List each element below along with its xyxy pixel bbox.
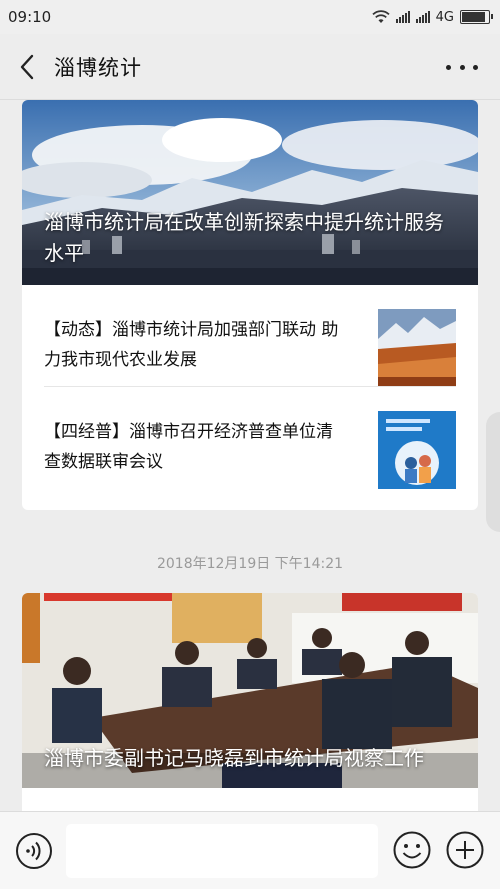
- nav-bar: 淄博统计: [0, 34, 500, 100]
- article-thumbnail: [378, 411, 456, 489]
- cover-headline: 淄博市统计局在改革创新探索中提升统计服务水平: [44, 210, 444, 265]
- article-title: 【动态】淄博市统计局加强部门联动 助力我市现代农业发展: [44, 320, 339, 370]
- status-indicators: 4G: [372, 9, 493, 25]
- side-scroll-handle[interactable]: [486, 412, 500, 532]
- status-time: 09:10: [8, 8, 52, 26]
- network-type: 4G: [435, 9, 454, 25]
- voice-icon: [16, 833, 52, 869]
- status-bar: 09:10 4G: [0, 0, 500, 34]
- emoji-button[interactable]: [392, 830, 432, 870]
- article-list-item[interactable]: 【四经普】淄博市召开经济普查单位清查数据联审会议: [22, 387, 478, 489]
- plus-button[interactable]: [445, 830, 485, 870]
- battery-fill: [462, 12, 486, 22]
- back-button[interactable]: [0, 34, 54, 100]
- article-list-item[interactable]: 【动态】淄博市统计局加强部门联动 助力我市现代农业发展: [22, 285, 478, 387]
- emoji-icon: [393, 831, 431, 869]
- message-timestamp: 2018年12月19日 下午14:21: [156, 556, 344, 572]
- signal-icon-2: [415, 11, 430, 23]
- voice-button[interactable]: [15, 832, 53, 870]
- plus-icon: [446, 831, 484, 869]
- article-thumbnail: [378, 309, 456, 387]
- message-input[interactable]: [66, 824, 378, 878]
- wifi-icon: [372, 10, 390, 23]
- page-title: 淄博统计: [54, 55, 142, 80]
- input-bar: [0, 811, 500, 889]
- battery-icon: [460, 10, 493, 24]
- signal-icon: [395, 11, 410, 23]
- more-dots-icon: [446, 64, 451, 70]
- cover-article[interactable]: 淄博市委副书记马晓磊到市统计局视察工作: [22, 593, 478, 788]
- cover-headline: 淄博市委副书记马晓磊到市统计局视察工作: [44, 746, 424, 770]
- cover-article[interactable]: 淄博市统计局在改革创新探索中提升统计服务水平: [22, 100, 478, 285]
- article-card: 淄博市委副书记马晓磊到市统计局视察工作: [22, 593, 478, 818]
- article-card: 淄博市统计局在改革创新探索中提升统计服务水平 【动态】淄博市统计局加强部门联动 …: [22, 100, 478, 510]
- chevron-left-icon: [20, 54, 34, 79]
- article-title: 【四经普】淄博市召开经济普查单位清查数据联审会议: [44, 422, 333, 472]
- more-button[interactable]: [446, 56, 478, 78]
